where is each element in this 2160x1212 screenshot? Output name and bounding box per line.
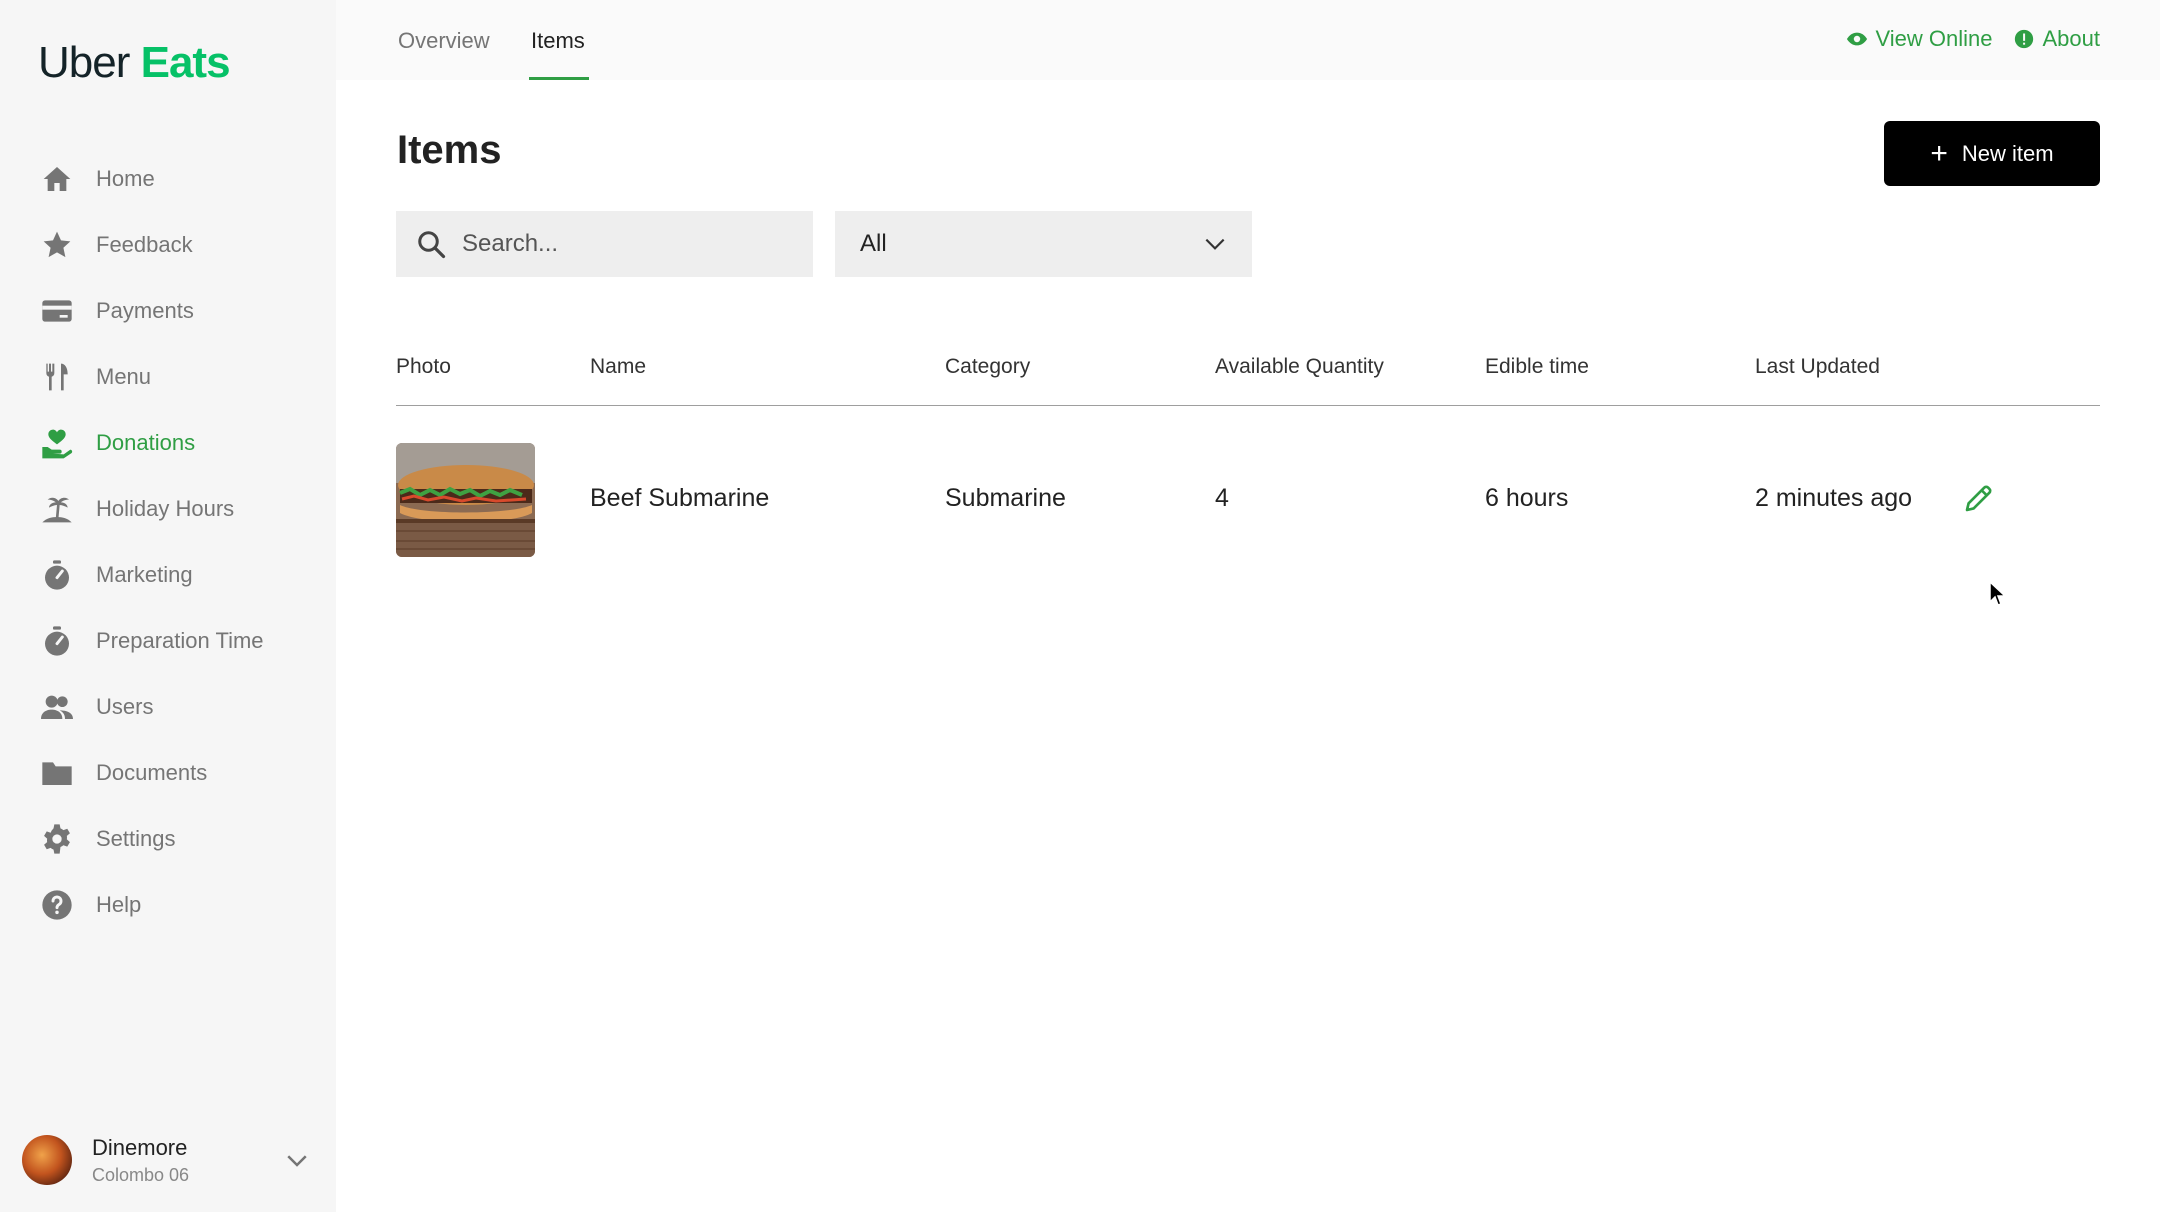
stopwatch-icon — [40, 558, 74, 592]
sidebar-item-users[interactable]: Users — [0, 674, 336, 740]
top-links: View Online About — [1846, 26, 2100, 52]
hand-heart-icon — [40, 426, 74, 460]
item-edible-time: 6 hours — [1485, 484, 1569, 512]
profile-location: Colombo 06 — [92, 1164, 190, 1185]
folder-icon — [40, 756, 74, 790]
column-header-name: Name — [590, 355, 647, 378]
item-quantity: 4 — [1215, 484, 1229, 512]
tab-items[interactable]: Items — [531, 28, 585, 54]
sidebar-item-label: Menu — [96, 364, 152, 389]
eye-icon — [1846, 32, 1867, 46]
sidebar-item-help[interactable]: Help — [0, 872, 336, 938]
item-last-updated: 2 minutes ago — [1755, 484, 1913, 512]
view-online-link[interactable]: View Online — [1846, 26, 1993, 52]
sidebar-item-label: Payments — [96, 298, 194, 323]
profile-name: Dinemore — [92, 1134, 188, 1160]
sidebar-item-label: Preparation Time — [96, 628, 264, 653]
help-icon — [40, 888, 74, 922]
sidebar-item-feedback[interactable]: Feedback — [0, 212, 336, 278]
mouse-cursor-icon — [1989, 580, 2007, 606]
item-name: Beef Submarine — [590, 484, 770, 512]
new-item-button[interactable]: + New item — [1884, 121, 2100, 186]
item-category: Submarine — [945, 484, 1066, 512]
uber-eats-logo[interactable]: Uber Eats — [38, 38, 231, 88]
tab-overview[interactable]: Overview — [398, 28, 490, 54]
sidebar-item-label: Help — [96, 892, 142, 917]
sidebar-nav: Home Feedback Payments Menu Donations Ho… — [0, 146, 336, 938]
sidebar-item-label: Holiday Hours — [96, 496, 235, 521]
item-photo — [396, 443, 535, 557]
sidebar-item-documents[interactable]: Documents — [0, 740, 336, 806]
sidebar-item-label: Home — [96, 166, 155, 191]
sidebar-item-menu[interactable]: Menu — [0, 344, 336, 410]
active-tab-indicator — [529, 77, 589, 80]
sidebar-item-settings[interactable]: Settings — [0, 806, 336, 872]
sidebar-item-label: Marketing — [96, 562, 193, 587]
sidebar-item-payments[interactable]: Payments — [0, 278, 336, 344]
stopwatch-icon — [40, 624, 74, 658]
edit-pencil-icon[interactable] — [1963, 482, 1995, 514]
home-icon — [40, 162, 74, 196]
column-header-edible-time: Edible time — [1485, 355, 1589, 378]
column-header-category: Category — [945, 355, 1031, 378]
chevron-down-icon[interactable] — [282, 1145, 312, 1175]
gear-icon — [40, 822, 74, 856]
search-input[interactable] — [460, 229, 794, 259]
star-icon — [40, 228, 74, 262]
plus-icon: + — [1930, 136, 1948, 170]
page-title: Items — [397, 128, 502, 172]
info-icon — [2014, 29, 2033, 49]
sidebar-item-label: Feedback — [96, 232, 193, 257]
profile-switcher[interactable]: Dinemore Colombo 06 — [22, 1130, 312, 1190]
utensils-icon — [40, 360, 74, 394]
sidebar: Uber Eats Home Feedback Payments Menu Do… — [0, 0, 336, 1212]
palm-tree-icon — [40, 492, 74, 526]
sidebar-item-home[interactable]: Home — [0, 146, 336, 212]
sidebar-item-donations[interactable]: Donations — [0, 410, 336, 476]
avatar — [22, 1135, 72, 1185]
about-link[interactable]: About — [2013, 26, 2100, 52]
sidebar-item-holiday-hours[interactable]: Holiday Hours — [0, 476, 336, 542]
sidebar-item-label: Settings — [96, 826, 176, 851]
sidebar-item-preparation-time[interactable]: Preparation Time — [0, 608, 336, 674]
sidebar-item-label: Donations — [96, 430, 196, 455]
sidebar-item-marketing[interactable]: Marketing — [0, 542, 336, 608]
filter-value: All — [860, 230, 887, 257]
users-icon — [40, 690, 74, 724]
search-icon — [418, 231, 446, 259]
column-header-photo: Photo — [396, 355, 451, 378]
chevron-down-icon — [1205, 238, 1225, 250]
sidebar-item-label: Users — [96, 694, 154, 719]
sidebar-item-label: Documents — [96, 760, 208, 785]
column-header-last-updated: Last Updated — [1755, 355, 1880, 378]
table-header-divider — [396, 405, 2100, 406]
search-box — [396, 211, 813, 277]
column-header-available-quantity: Available Quantity — [1215, 355, 1384, 378]
credit-card-icon — [40, 294, 74, 328]
category-filter-select[interactable]: All — [835, 211, 1252, 277]
